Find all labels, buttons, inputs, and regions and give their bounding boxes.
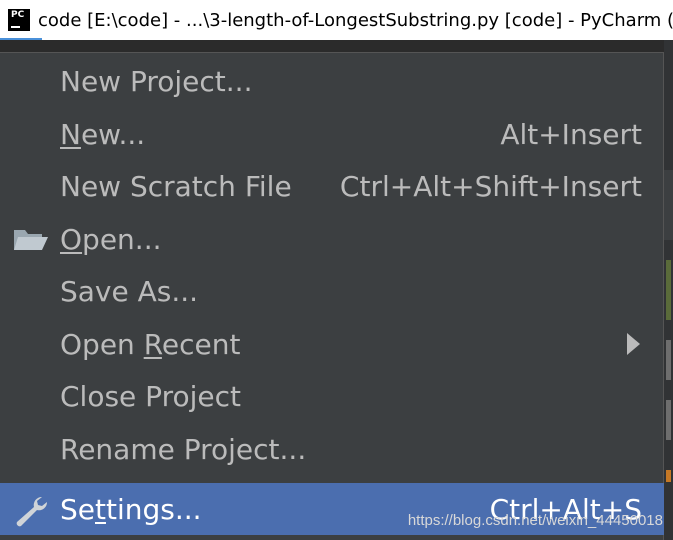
folder-open-icon: [12, 224, 50, 254]
menu-item-label: Rename Project...: [60, 432, 307, 466]
menu-item-save-as[interactable]: Save As...: [0, 265, 664, 317]
menu-item-label: New Scratch File: [60, 169, 292, 203]
menu-item-open-recent[interactable]: Open Recent: [0, 318, 664, 370]
menu-item-new-scratch-file[interactable]: New Scratch File Ctrl+Alt+Shift+Insert: [0, 160, 664, 212]
menu-item-rename-project[interactable]: Rename Project...: [0, 423, 664, 475]
editor-gutter-strip: [664, 40, 673, 540]
menu-item-label: Open Recent: [60, 327, 241, 361]
app-icon-text: PC: [11, 10, 25, 20]
menu-item-label: New...: [60, 117, 146, 151]
window-title: code [E:\code] - ...\3-length-of-Longest…: [38, 9, 673, 31]
menu-item-label: Settings...: [60, 492, 202, 526]
file-menu-dropdown: New Project... New... Alt+Insert New Scr…: [0, 52, 664, 540]
menu-item-label: Close Project: [60, 379, 241, 413]
menu-item-new-project[interactable]: New Project...: [0, 55, 664, 107]
submenu-arrow-icon: [627, 333, 640, 355]
pycharm-app-icon: PC: [6, 7, 32, 33]
menu-item-shortcut: Ctrl+Alt+Shift+Insert: [339, 169, 642, 203]
menu-item-label: New Project...: [60, 64, 253, 98]
menu-item-label: Open...: [60, 222, 162, 256]
watermark-url: https://blog.csdn.net/weixin_44450018: [407, 512, 663, 529]
menu-item-label: Save As...: [60, 274, 199, 308]
menu-item-close-project[interactable]: Close Project: [0, 370, 664, 422]
menu-item-shortcut: Alt+Insert: [500, 117, 642, 151]
menu-item-open[interactable]: Open...: [0, 213, 664, 265]
menu-item-new[interactable]: New... Alt+Insert: [0, 108, 664, 160]
wrench-icon: [12, 494, 50, 527]
window-titlebar[interactable]: PC code [E:\code] - ...\3-length-of-Long…: [0, 0, 673, 40]
